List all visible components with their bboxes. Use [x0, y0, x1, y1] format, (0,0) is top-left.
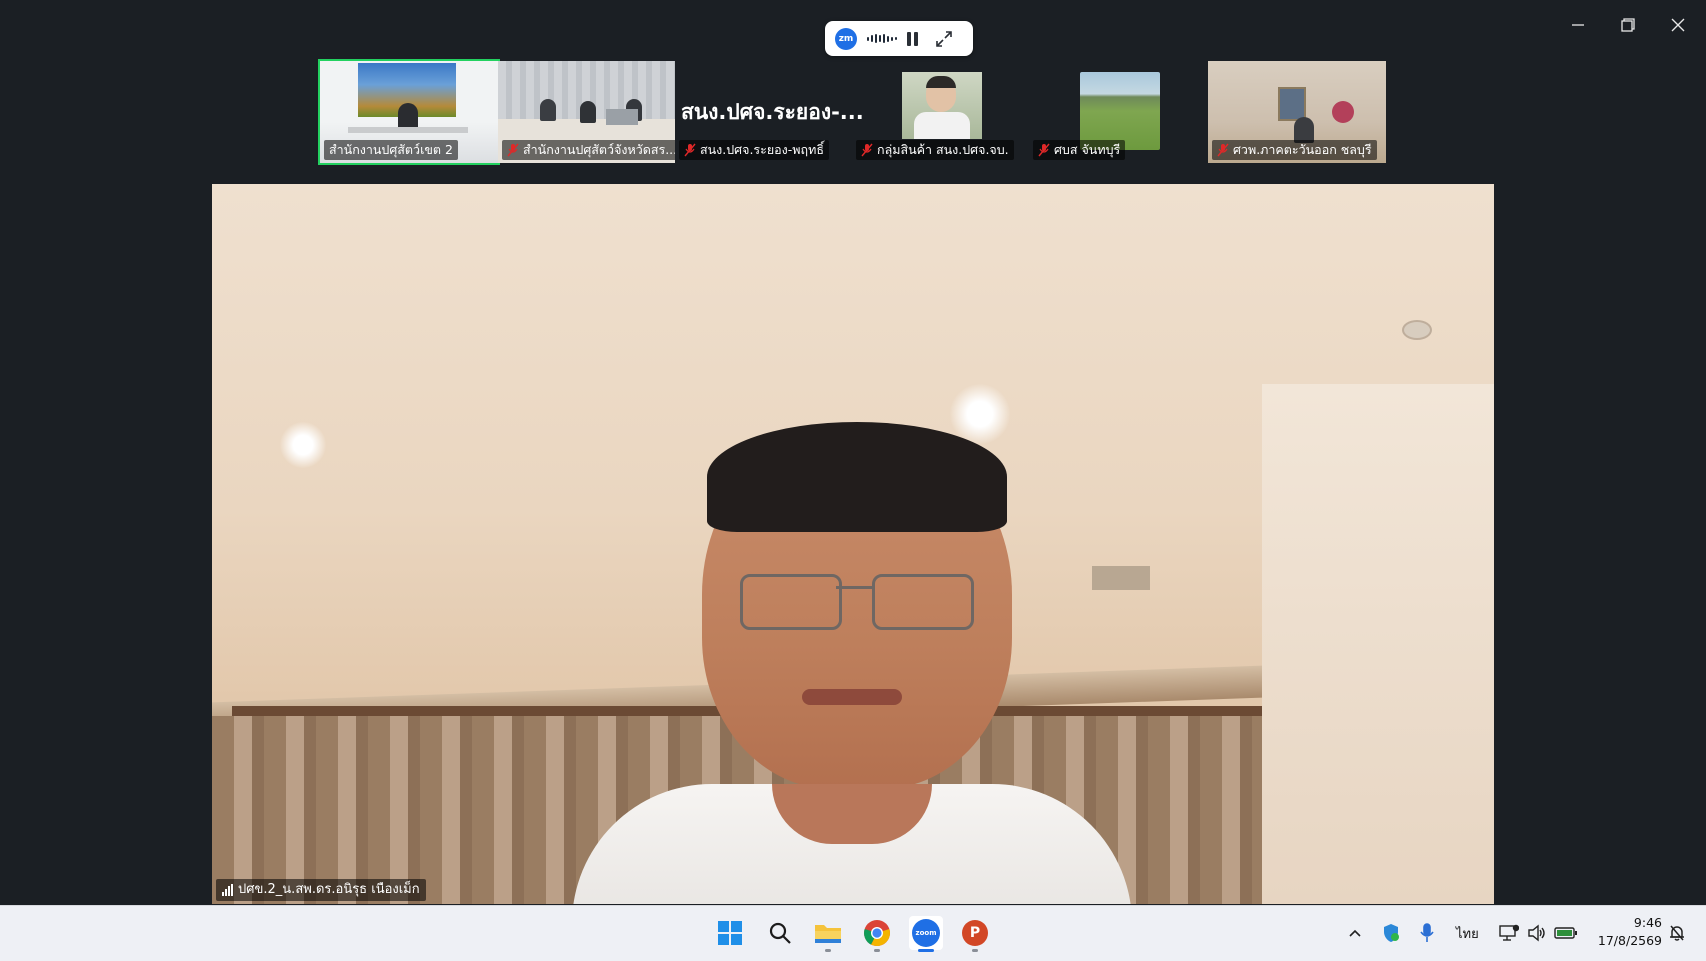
expand-icon[interactable]: [935, 30, 953, 48]
participant-name: สำนักงานปศุสัตว์จังหวัดสร...: [502, 140, 675, 160]
close-button[interactable]: [1658, 10, 1698, 40]
close-icon: [1671, 18, 1685, 32]
minimize-button[interactable]: [1558, 10, 1598, 40]
network-icon: [1499, 924, 1519, 941]
participant-tile[interactable]: กลุ่มสินค้า สนง.ปศจ.จบ.: [852, 61, 1029, 163]
clock-date: 17/8/2569: [1597, 933, 1662, 948]
volume-tray-button[interactable]: [1524, 920, 1550, 946]
minimize-icon: [1572, 24, 1584, 26]
participant-tile[interactable]: สำนักงานปศุสัตว์จังหวัดสร...: [498, 61, 675, 163]
chrome-button[interactable]: [860, 916, 894, 952]
taskbar: zoom P ไทย 9:46 17/8/2569: [0, 905, 1706, 961]
muted-mic-icon: [684, 143, 696, 157]
muted-mic-icon: [1217, 143, 1229, 157]
participant-name: สนง.ปศจ.ระยอง-พฤทธิ์: [679, 140, 829, 160]
input-language[interactable]: ไทย: [1456, 923, 1479, 944]
file-explorer-button[interactable]: [811, 916, 845, 952]
show-hidden-icons-button[interactable]: [1342, 920, 1368, 946]
search-icon: [769, 922, 791, 944]
recording-indicator: zm: [825, 21, 973, 56]
audio-level-icon: [867, 32, 897, 46]
start-button[interactable]: [713, 916, 747, 950]
connection-signal-icon: [222, 884, 233, 896]
muted-mic-icon: [507, 143, 519, 157]
clock-time: 9:46: [1633, 915, 1662, 930]
battery-icon: [1554, 927, 1577, 939]
powerpoint-button[interactable]: P: [958, 916, 992, 952]
pause-recording-button[interactable]: [907, 31, 921, 46]
zoom-icon: zoom: [912, 919, 940, 947]
participant-video: [902, 72, 982, 139]
participant-name: สำนักงานปศุสัตว์เขต 2: [324, 140, 458, 160]
powerpoint-icon: P: [962, 920, 988, 946]
muted-mic-icon: [1038, 143, 1050, 157]
participant-tile[interactable]: ศวพ.ภาคตะวันออก ชลบุรี: [1208, 61, 1386, 163]
speaker-name-label: ปศข.2_น.สพ.ดร.อนิรุธ เนืองเม็ก: [216, 879, 426, 901]
muted-mic-icon: [861, 143, 873, 157]
microphone-tray-button[interactable]: [1414, 920, 1440, 946]
participant-name: กลุ่มสินค้า สนง.ปศจ.จบ.: [856, 140, 1014, 160]
restore-icon: [1621, 18, 1635, 32]
clock[interactable]: 9:46 17/8/2569: [1590, 914, 1662, 950]
participant-tile[interactable]: สำนักงานปศุสัตว์เขต 2: [318, 59, 500, 165]
shield-icon: [1384, 924, 1399, 942]
participant-video: [1080, 72, 1160, 150]
participant-name: ศวพ.ภาคตะวันออก ชลบุรี: [1212, 140, 1377, 160]
search-button[interactable]: [763, 916, 797, 950]
participant-display-name: สนง.ปศจ.ระยอง-...: [681, 100, 864, 124]
notifications-button[interactable]: [1664, 920, 1690, 946]
security-tray-button[interactable]: [1378, 920, 1404, 946]
windows-icon: [718, 921, 742, 945]
chrome-icon: [864, 920, 890, 947]
microphone-icon: [1420, 923, 1434, 942]
zoom-taskbar-button[interactable]: zoom: [909, 916, 943, 952]
battery-tray-button[interactable]: [1553, 920, 1579, 946]
zoom-logo-icon: zm: [835, 27, 857, 50]
network-tray-button[interactable]: [1496, 920, 1522, 946]
main-speaker-video: ปศข.2_น.สพ.ดร.อนิรุธ เนืองเม็ก: [212, 184, 1494, 904]
notification-bell-icon: [1670, 925, 1684, 941]
chevron-up-icon: [1349, 929, 1361, 937]
participant-tile[interactable]: ศบส จันทบุรี: [1029, 61, 1206, 163]
restore-button[interactable]: [1608, 10, 1648, 40]
participant-name: ศบส จันทบุรี: [1033, 140, 1126, 160]
folder-icon: [815, 925, 841, 943]
speaker-icon: [1528, 924, 1545, 942]
